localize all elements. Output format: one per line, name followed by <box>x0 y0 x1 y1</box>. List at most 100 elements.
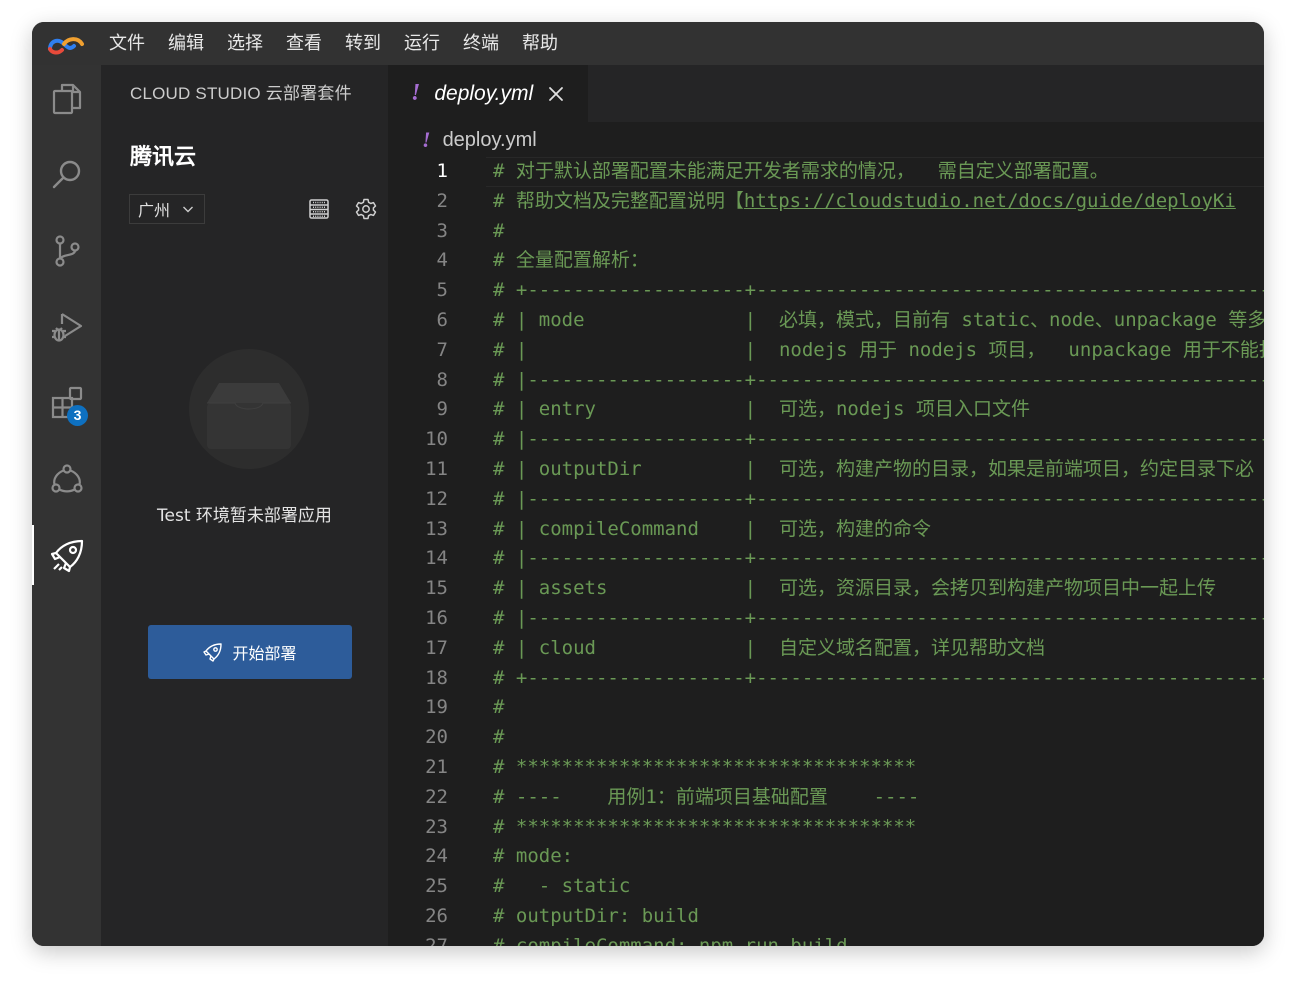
menu-selection[interactable]: 选择 <box>216 22 275 65</box>
activity-extensions[interactable]: 3 <box>32 373 101 433</box>
region-select[interactable]: 广州 <box>129 194 205 224</box>
code-line[interactable]: 3 # <box>388 216 1264 246</box>
code-line[interactable]: 15 # | assets | 可选，资源目录，会拷贝到构建产物项目中一起上传 <box>388 573 1264 603</box>
menu-view[interactable]: 查看 <box>275 22 334 65</box>
activity-bar: 3 <box>32 65 101 946</box>
code-line[interactable]: 22 # ---- 用例1：前端项目基础配置 ---- <box>388 782 1264 812</box>
tab-label: deploy.yml <box>434 81 534 105</box>
line-number: 3 <box>436 219 448 242</box>
activity-run-debug[interactable] <box>32 297 101 357</box>
code-line[interactable]: 14 # |-------------------+---------------… <box>388 543 1264 573</box>
live-share-icon <box>50 464 83 493</box>
cloud-deploy-icon <box>50 539 83 573</box>
code-line[interactable]: 1 # 对于默认部署配置未能满足开发者需求的情况， 需自定义部署配置。 <box>388 157 1264 186</box>
line-number: 21 <box>425 756 448 778</box>
code-line[interactable]: 17 # | cloud | 自定义域名配置，详见帮助文档 <box>388 633 1264 663</box>
code-line[interactable]: 11 # | outputDir | 可选，构建产物的目录，如果是前端项目，约定目… <box>388 454 1264 484</box>
code-line[interactable]: 4 # 全量配置解析： <box>388 245 1264 275</box>
menu-bar: 文件 编辑 选择 查看 转到 运行 终端 帮助 <box>32 22 1264 65</box>
code-line[interactable]: 5 # +-------------------+----------------… <box>388 275 1264 305</box>
vscode-window: 文件 编辑 选择 查看 转到 运行 终端 帮助 3 CLOUD STUDIO 云… <box>32 22 1264 946</box>
settings-gear-icon[interactable] <box>354 197 378 221</box>
line-number: 6 <box>436 309 448 331</box>
code-line[interactable]: 19 # <box>388 692 1264 722</box>
code-comment: # compileCommand: npm run build <box>493 934 848 946</box>
cloud-studio-logo <box>48 36 84 54</box>
code-comment: # | assets | 可选，资源目录，会拷贝到构建产物项目中一起上传 <box>493 577 1216 600</box>
close-icon[interactable] <box>547 85 565 103</box>
code-line[interactable]: 8 # |-------------------+----------------… <box>388 365 1264 395</box>
line-number: 14 <box>425 547 448 570</box>
line-number: 24 <box>425 845 448 868</box>
menu-terminal[interactable]: 终端 <box>452 22 511 65</box>
code-line[interactable]: 7 # | | nodejs 用于 nodejs 项目， unpackage 用于… <box>388 335 1264 365</box>
menu-help[interactable]: 帮助 <box>511 22 570 65</box>
line-number: 23 <box>425 815 448 838</box>
code-comment: # +-------------------+-----------------… <box>493 666 1264 689</box>
activity-cloud-deploy[interactable] <box>32 525 101 585</box>
code-line[interactable]: 20 # <box>388 722 1264 752</box>
code-line[interactable]: 25 # - static <box>388 871 1264 901</box>
code-comment: # <box>493 726 505 749</box>
line-number: 8 <box>436 368 448 391</box>
source-control-icon <box>54 235 80 267</box>
code-line[interactable]: 21 # *********************************** <box>388 752 1264 782</box>
code-line[interactable]: 26 # outputDir: build <box>388 901 1264 931</box>
code-comment: # |-------------------+-----------------… <box>493 368 1264 391</box>
activity-explorer[interactable] <box>32 69 101 129</box>
code-comment: # 帮助文档及完整配置说明【https://cloudstudio.net/do… <box>493 186 1236 216</box>
menu-file[interactable]: 文件 <box>98 22 157 65</box>
start-deploy-button[interactable]: 开始部署 <box>148 625 352 679</box>
empty-state-text: Test 环境暂未部署应用 <box>157 506 332 526</box>
activity-source-control[interactable] <box>32 221 101 281</box>
code-line[interactable]: 27 # compileCommand: npm run build <box>388 931 1264 946</box>
code-comment: # ---- 用例1：前端项目基础配置 ---- <box>493 785 920 808</box>
tab-deploy-yml[interactable]: ! deploy.yml <box>388 65 588 122</box>
editor-tabs: ! deploy.yml <box>388 65 1264 122</box>
code-line[interactable]: 12 # |-------------------+---------------… <box>388 484 1264 514</box>
code-comment: # | | nodejs 用于 nodejs 项目， unpackage 用于不… <box>493 338 1264 361</box>
line-number: 27 <box>425 934 448 946</box>
start-deploy-label: 开始部署 <box>232 644 297 663</box>
code-line[interactable]: 16 # |-------------------+---------------… <box>388 603 1264 633</box>
code-comment: # 对于默认部署配置未能满足开发者需求的情况， 需自定义部署配置。 <box>493 160 1109 182</box>
code-line[interactable]: 10 # |-------------------+---------------… <box>388 424 1264 454</box>
server-list-icon[interactable] <box>307 197 331 221</box>
activity-live-share[interactable] <box>32 449 101 509</box>
run-debug-icon <box>51 313 82 342</box>
extensions-badge: 3 <box>67 405 88 426</box>
menu-go[interactable]: 转到 <box>334 22 393 65</box>
code-comment: # |-------------------+-----------------… <box>493 607 1264 629</box>
code-line[interactable]: 24 # mode: <box>388 841 1264 871</box>
line-number: 26 <box>425 905 448 927</box>
line-number: 4 <box>436 249 448 272</box>
code-editor[interactable]: 1 # 对于默认部署配置未能满足开发者需求的情况， 需自定义部署配置。 2 # 帮助文… <box>388 157 1264 946</box>
breadcrumb: ! deploy.yml <box>388 125 537 155</box>
provider-title: 腾讯云 <box>130 145 197 170</box>
code-comment: # *********************************** <box>493 815 917 838</box>
menu-run[interactable]: 运行 <box>393 22 452 65</box>
line-number: 9 <box>436 398 448 421</box>
line-number: 13 <box>425 517 448 540</box>
code-line[interactable]: 6 # | mode | 必填，模式，目前有 static、node、unpack… <box>388 305 1264 335</box>
code-comment: # |-------------------+-----------------… <box>493 547 1264 570</box>
code-line[interactable]: 23 # *********************************** <box>388 812 1264 842</box>
yaml-file-icon: ! <box>422 127 431 152</box>
line-number: 2 <box>436 189 448 212</box>
empty-state-illustration <box>189 349 309 469</box>
code-comment: # +-------------------+-----------------… <box>493 279 1264 302</box>
yaml-file-icon: ! <box>411 80 421 106</box>
code-comment: # *********************************** <box>493 756 917 778</box>
explorer-icon <box>52 83 81 115</box>
activity-search[interactable] <box>32 145 101 205</box>
code-comment: # | mode | 必填，模式，目前有 static、node、unpacka… <box>493 309 1264 331</box>
docs-link[interactable]: https://cloudstudio.net/docs/guide/deplo… <box>744 190 1236 212</box>
line-number: 7 <box>436 338 448 361</box>
breadcrumb-file[interactable]: deploy.yml <box>443 129 537 152</box>
code-line[interactable]: 13 # | compileCommand | 可选，构建的命令 <box>388 514 1264 544</box>
menu-edit[interactable]: 编辑 <box>157 22 216 65</box>
code-line[interactable]: 18 # +-------------------+---------------… <box>388 663 1264 693</box>
code-line[interactable]: 2 # 帮助文档及完整配置说明【https://cloudstudio.net/d… <box>388 186 1264 216</box>
code-line[interactable]: 9 # | entry | 可选，nodejs 项目入口文件 <box>388 394 1264 424</box>
line-number: 5 <box>436 279 448 302</box>
